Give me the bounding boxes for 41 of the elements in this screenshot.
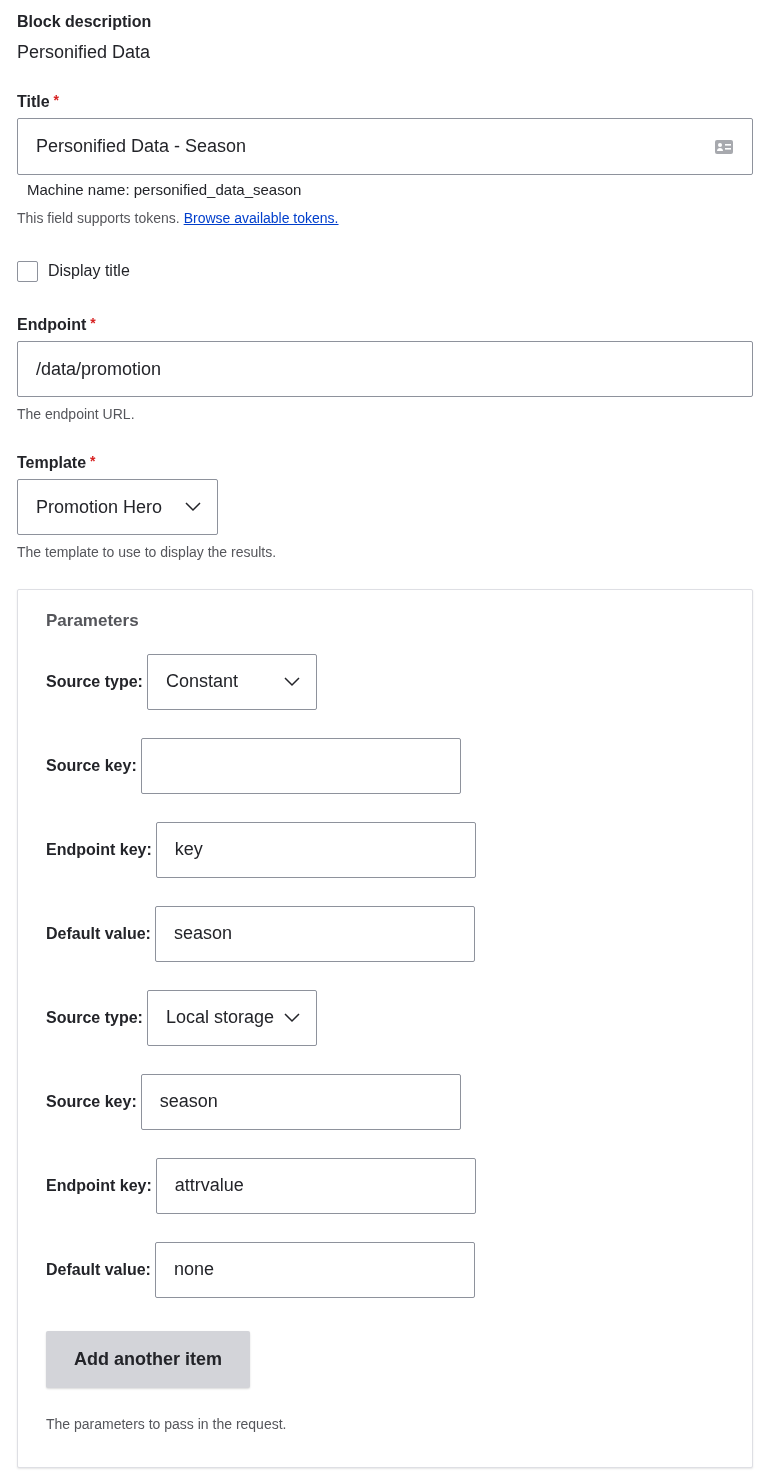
checkbox-label: Display title bbox=[48, 261, 130, 281]
help-text: The parameters to pass in the request. bbox=[46, 1414, 288, 1434]
input-field[interactable] bbox=[140, 737, 461, 794]
input-field[interactable]: season bbox=[140, 1073, 461, 1130]
help-text: This field supports tokens. bbox=[17, 209, 180, 227]
select-field[interactable]: Promotion Hero bbox=[17, 479, 218, 535]
machine-name-text: Machine name: personified_data_season bbox=[27, 181, 303, 199]
help-text: The template to use to display the results. bbox=[17, 543, 278, 561]
field-label: Template bbox=[17, 453, 87, 473]
tokens-link[interactable]: Browse available tokens. bbox=[183, 209, 339, 227]
panel-title: Parameters bbox=[46, 610, 140, 632]
field-label: Endpoint bbox=[17, 315, 87, 335]
field-label: Default value: bbox=[46, 923, 151, 944]
input-field[interactable]: key bbox=[155, 821, 476, 878]
field-label: Source type: bbox=[46, 1007, 143, 1028]
field-label: Source key: bbox=[46, 755, 137, 776]
field-label: Source key: bbox=[46, 1091, 137, 1112]
add-item-button[interactable]: Add another item bbox=[46, 1330, 250, 1388]
input-field[interactable]: season bbox=[154, 905, 475, 962]
required-mark: * bbox=[53, 92, 60, 108]
field-label: Endpoint key: bbox=[46, 839, 152, 860]
input-field[interactable]: /data/promotion bbox=[17, 341, 753, 397]
input-field[interactable]: none bbox=[154, 1241, 475, 1298]
chevron-down-icon bbox=[283, 1012, 300, 1023]
select-field[interactable]: Constant bbox=[146, 653, 317, 710]
help-text: The endpoint URL. bbox=[17, 405, 136, 423]
field-label: Default value: bbox=[46, 1259, 151, 1280]
required-mark: * bbox=[90, 453, 96, 469]
checkbox[interactable] bbox=[17, 260, 38, 282]
field-label: Endpoint key: bbox=[46, 1175, 152, 1196]
chevron-down-icon bbox=[283, 676, 300, 687]
input-field[interactable]: attrvalue bbox=[155, 1157, 476, 1214]
contact-card-icon bbox=[714, 138, 734, 155]
chevron-down-icon bbox=[185, 502, 201, 512]
field-label: Title bbox=[17, 92, 50, 112]
field-label: Block description bbox=[17, 12, 153, 32]
field-label: Source type: bbox=[46, 671, 143, 692]
required-mark: * bbox=[90, 315, 96, 331]
field-value: Personified Data bbox=[17, 41, 152, 64]
input-field[interactable]: Personified Data - Season bbox=[17, 118, 753, 175]
select-field[interactable]: Local storage bbox=[146, 989, 317, 1046]
